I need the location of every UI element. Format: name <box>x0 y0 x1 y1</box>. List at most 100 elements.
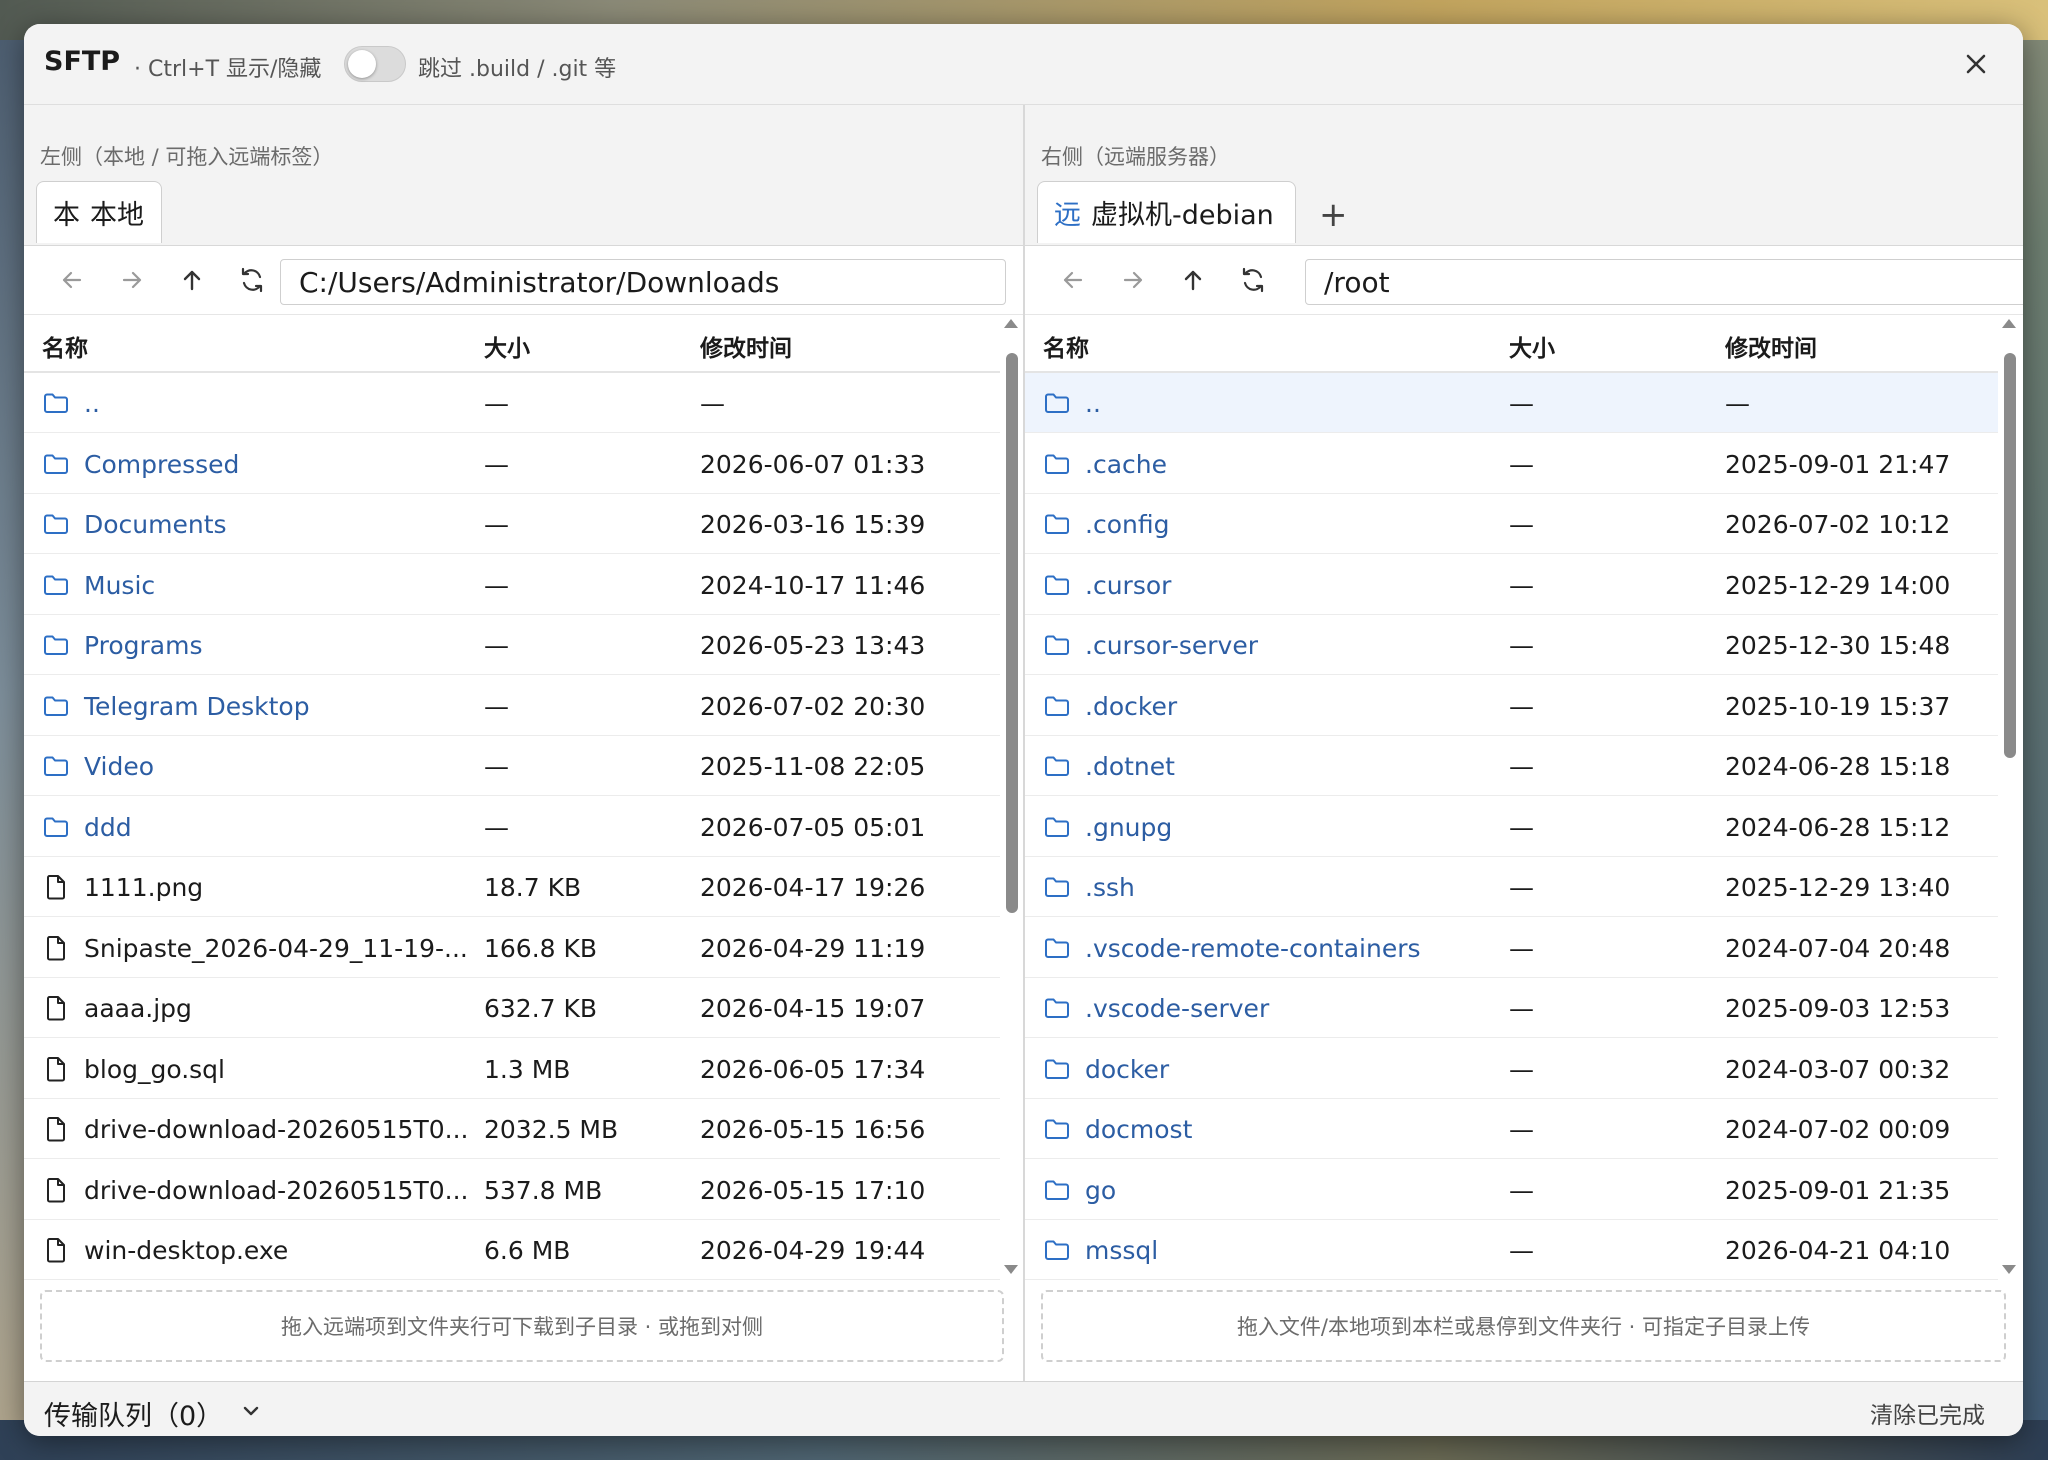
refresh-button[interactable] <box>234 262 270 298</box>
arrow-left-icon <box>62 271 82 289</box>
close-button[interactable] <box>1958 46 1994 82</box>
table-row[interactable]: 1111.png 18.7 KB 2026-04-17 19:26 <box>24 857 1000 917</box>
add-tab-button[interactable]: + <box>1319 195 1348 235</box>
forward-button[interactable] <box>114 262 150 298</box>
table-row[interactable]: .gnupg — 2024-06-28 15:12 <box>1025 797 1998 857</box>
column-size[interactable]: 大小 <box>1509 329 1555 363</box>
local-file-list: .. — — Compressed — 2026-06-07 01:33 Documents… <box>24 373 1000 1283</box>
table-row[interactable]: docker — 2024-03-07 00:32 <box>1025 1039 1998 1099</box>
folder-icon <box>42 631 70 659</box>
table-row[interactable]: .cursor — 2025-12-29 14:00 <box>1025 555 1998 615</box>
row-mtime: 2025-09-01 21:47 <box>1725 449 1951 479</box>
local-scrollbar[interactable] <box>1000 315 1022 1281</box>
scroll-thumb[interactable] <box>2004 353 2016 758</box>
table-row[interactable]: Music — 2024-10-17 11:46 <box>24 555 1000 615</box>
column-name[interactable]: 名称 <box>1043 329 1089 363</box>
up-button[interactable] <box>174 262 210 298</box>
table-row[interactable]: .config — 2026-07-02 10:12 <box>1025 494 1998 554</box>
table-row[interactable]: .cache — 2025-09-01 21:47 <box>1025 434 1998 494</box>
row-size: — <box>1509 933 1534 963</box>
back-button[interactable] <box>1055 262 1091 298</box>
local-dropzone[interactable]: 拖入远端项到文件夹行可下载到子目录 · 或拖到对侧 <box>40 1290 1004 1362</box>
remote-scrollbar[interactable] <box>1998 315 2020 1281</box>
remote-browser: 名称 大小 修改时间 ..——.cache—2025-09-01 21:47.c… <box>1025 245 2023 1382</box>
refresh-button[interactable] <box>1235 262 1271 298</box>
table-row[interactable]: drive-download-20260515T0... 2032.5 MB 202… <box>24 1099 1000 1159</box>
transfer-queue-title[interactable]: 传输队列（0） <box>44 1394 223 1433</box>
table-row[interactable]: Snipaste_2026-04-29_11-19-... 166.8 KB 202… <box>24 918 1000 978</box>
row-size: — <box>1509 570 1534 600</box>
table-row[interactable]: aaaa.jpg 632.7 KB 2026-04-15 19:07 <box>24 978 1000 1038</box>
table-row[interactable]: Compressed — 2026-06-07 01:33 <box>24 434 1000 494</box>
row-mtime: 2026-07-02 20:30 <box>700 691 926 721</box>
column-size[interactable]: 大小 <box>484 329 530 363</box>
scroll-up-arrow[interactable] <box>1004 319 1018 328</box>
up-button[interactable] <box>1175 262 1211 298</box>
row-size: — <box>484 691 509 721</box>
table-row[interactable]: Video — 2025-11-08 22:05 <box>24 736 1000 796</box>
row-size: — <box>1509 752 1534 781</box>
tab-remote-debian[interactable]: 远 虚拟机-debian <box>1037 181 1296 243</box>
scroll-thumb[interactable] <box>1006 353 1018 913</box>
skip-build-toggle[interactable] <box>344 46 406 82</box>
row-size: — <box>484 631 509 660</box>
table-row[interactable]: .ssh — 2025-12-29 13:40 <box>1025 857 1998 917</box>
row-size: — <box>1509 691 1534 721</box>
table-row[interactable]: .vscode-remote-containers — 2024-07-04 20:… <box>1025 918 1998 978</box>
column-mtime[interactable]: 修改时间 <box>1725 329 1817 363</box>
row-name: .cursor-server <box>1085 631 1258 660</box>
table-row[interactable]: Telegram Desktop — 2026-07-02 20:30 <box>24 676 1000 736</box>
arrow-left-icon <box>1063 271 1083 289</box>
scroll-down-arrow[interactable] <box>2002 1265 2016 1274</box>
table-row[interactable]: drive-download-20260515T0... 537.8 MB 2026… <box>24 1160 1000 1220</box>
row-mtime: 2025-10-19 15:37 <box>1725 691 1951 721</box>
remote-path-input[interactable] <box>1305 259 2023 305</box>
row-size: — <box>484 752 509 781</box>
table-row[interactable]: mssql — 2026-04-21 04:10 <box>1025 1220 1998 1280</box>
row-size: — <box>1509 1175 1534 1205</box>
remote-pane: 右侧（远端服务器） 远 虚拟机-debian + /root 名称 大小 修改时… <box>1025 105 2023 1382</box>
row-mtime: 2024-06-28 15:18 <box>1725 752 1951 781</box>
table-row[interactable]: .. — — <box>24 373 1000 433</box>
folder-icon <box>1043 1115 1071 1143</box>
row-mtime: 2024-07-04 20:48 <box>1725 933 1951 963</box>
scroll-up-arrow[interactable] <box>2002 319 2016 328</box>
row-mtime: 2026-07-05 05:01 <box>700 812 926 842</box>
queue-expand-button[interactable] <box>240 1400 262 1422</box>
table-row[interactable]: .cursor-server — 2025-12-30 15:48 <box>1025 615 1998 675</box>
close-icon <box>1966 54 1986 74</box>
row-name: .config <box>1085 510 1170 539</box>
table-row[interactable]: .vscode-server — 2025-09-03 12:53 <box>1025 978 1998 1038</box>
table-row[interactable]: ddd — 2026-07-05 05:01 <box>24 797 1000 857</box>
clear-completed-button[interactable]: 清除已完成 <box>1870 1396 1985 1430</box>
column-name[interactable]: 名称 <box>42 329 88 363</box>
table-row[interactable]: blog_go.sql 1.3 MB 2026-06-05 17:34 <box>24 1039 1000 1099</box>
table-row[interactable]: .dotnet — 2024-06-28 15:18 <box>1025 736 1998 796</box>
file-icon <box>42 1115 70 1143</box>
table-row[interactable]: docmost — 2024-07-02 00:09 <box>1025 1099 1998 1159</box>
local-toolbar <box>24 246 1023 315</box>
back-button[interactable] <box>54 262 90 298</box>
forward-button[interactable] <box>1115 262 1151 298</box>
table-row[interactable]: .docker — 2025-10-19 15:37 <box>1025 676 1998 736</box>
scroll-down-arrow[interactable] <box>1004 1265 1018 1274</box>
app-title: SFTP <box>44 46 121 77</box>
table-row[interactable]: .. — — <box>1025 373 1998 433</box>
table-row[interactable]: Programs — 2026-05-23 13:43 <box>24 615 1000 675</box>
table-row[interactable]: win-desktop.exe 6.6 MB 2026-04-29 19:44 <box>24 1220 1000 1280</box>
row-size: — <box>1509 812 1534 842</box>
row-mtime: 2025-11-08 22:05 <box>700 752 926 781</box>
local-path-input[interactable] <box>280 259 1006 305</box>
table-row[interactable]: Documents — 2026-03-16 15:39 <box>24 494 1000 554</box>
remote-dropzone[interactable]: 拖入文件/本地项到本栏或悬停到文件夹行 · 可指定子目录上传 <box>1041 1290 2006 1362</box>
arrow-up-icon <box>1184 270 1202 291</box>
tab-local[interactable]: 本 本地 <box>36 181 162 243</box>
row-size: — <box>484 570 509 600</box>
row-size: — <box>1509 873 1534 902</box>
row-size: — <box>1509 1115 1534 1144</box>
row-name: docker <box>1085 1054 1170 1084</box>
table-row[interactable]: go — 2025-09-01 21:35 <box>1025 1160 1998 1220</box>
column-mtime[interactable]: 修改时间 <box>700 329 792 363</box>
folder-icon <box>42 510 70 538</box>
row-mtime: 2026-04-17 19:26 <box>700 873 926 902</box>
